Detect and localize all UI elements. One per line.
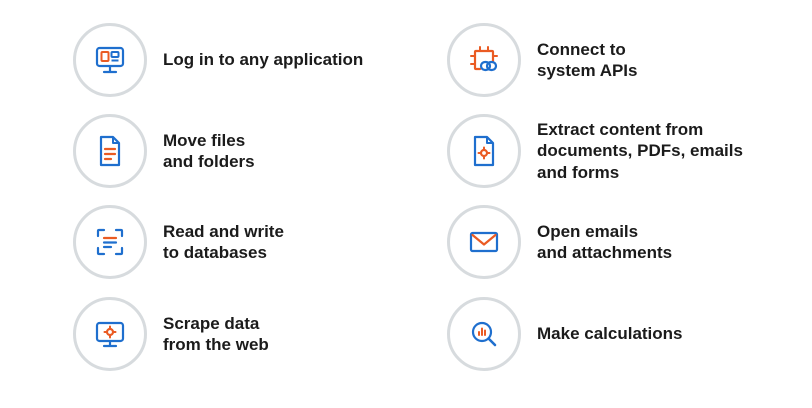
feature-label-line: Move files: [163, 130, 246, 150]
feature-label-line: to databases: [163, 243, 267, 262]
feature-label-line: and forms: [537, 162, 620, 182]
feature-label: Scrape data from the web: [163, 313, 269, 356]
envelope-icon: [469, 231, 499, 253]
monitor-gear-icon: [95, 321, 125, 348]
feature-system-apis: Connect to system APIs: [447, 23, 637, 97]
feature-label-line: Scrape data: [163, 313, 260, 333]
feature-label: Move files and folders: [163, 130, 255, 173]
feature-label-line: Read and write: [163, 221, 284, 241]
feature-label-line: documents, PDFs, emails: [537, 141, 743, 161]
feature-databases: Read and write to databases: [73, 205, 284, 279]
icon-circle: [447, 114, 521, 188]
icon-circle: [447, 23, 521, 97]
feature-label-line: from the web: [163, 335, 269, 354]
feature-scrape: Scrape data from the web: [73, 297, 269, 371]
chip-link-icon: [470, 46, 498, 72]
feature-label-line: and folders: [163, 152, 255, 171]
feature-label: Log in to any application: [163, 49, 363, 71]
feature-extract-content: Extract content from documents, PDFs, em…: [447, 114, 743, 188]
feature-label: Connect to system APIs: [537, 39, 637, 82]
feature-label-line: Open emails: [537, 221, 639, 241]
feature-label-line: system APIs: [537, 61, 638, 80]
document-icon: [99, 135, 121, 167]
feature-label-line: Connect to: [537, 39, 626, 59]
feature-label-line: Extract content from: [537, 119, 704, 139]
icon-circle: [447, 297, 521, 371]
scan-text-icon: [96, 228, 124, 256]
feature-label-line: Log in to any application: [163, 50, 364, 70]
icon-circle: [73, 23, 147, 97]
feature-label: Make calculations: [537, 323, 683, 345]
feature-move-files: Move files and folders: [73, 114, 255, 188]
feature-label: Read and write to databases: [163, 221, 284, 264]
feature-open-emails: Open emails and attachments: [447, 205, 672, 279]
document-gear-icon: [473, 135, 495, 167]
feature-label: Open emails and attachments: [537, 221, 672, 264]
computer-login-icon: [95, 46, 125, 74]
feature-label-line: and attachments: [537, 243, 673, 262]
icon-circle: [73, 297, 147, 371]
icon-circle: [73, 205, 147, 279]
icon-circle: [73, 114, 147, 188]
magnifier-chart-icon: [471, 321, 497, 347]
feature-label-line: Make calculations: [537, 324, 683, 344]
feature-calculations: Make calculations: [447, 297, 683, 371]
feature-login: Log in to any application: [73, 23, 363, 97]
icon-circle: [447, 205, 521, 279]
feature-label: Extract content from documents, PDFs, em…: [537, 119, 743, 184]
